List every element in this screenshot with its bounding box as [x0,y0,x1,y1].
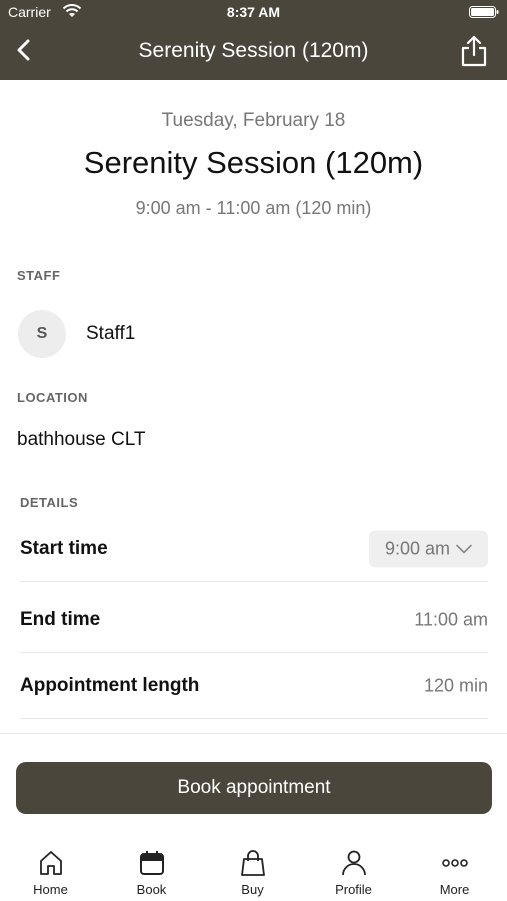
avatar: S [18,310,66,358]
battery-icon [469,6,499,18]
tab-home[interactable]: Home [0,844,101,897]
location-section-label: LOCATION [17,390,88,405]
appointment-time-range: 9:00 am - 11:00 am (120 min) [135,198,372,218]
tab-more[interactable]: More [404,844,505,897]
appointment-length-label: Appointment length [20,675,200,696]
staff-name: Staff1 [86,323,136,344]
tab-book[interactable]: Book [101,844,202,897]
calendar-icon [139,851,164,875]
location-value: bathhouse CLT [17,429,146,450]
appointment-title: Serenity Session (120m) [83,145,424,180]
nav-title: Serenity Session (120m) [138,39,369,62]
start-time-select[interactable]: 9:00 am [368,530,488,568]
tab-bar: Home Book Buy Profile More [0,844,507,901]
tab-profile[interactable]: Profile [303,844,404,897]
start-time-value: 9:00 am [384,538,450,559]
appointment-length-row: Appointment length 120 min [20,653,488,719]
book-appointment-button[interactable]: Book appointment [16,762,492,814]
tab-book-label: Book [136,882,167,897]
tab-more-label: More [439,882,470,897]
details-section-label: DETAILS [20,495,79,510]
bottom-area: Book appointment Home Book Buy Profile M… [0,733,507,901]
share-icon[interactable] [459,34,489,68]
more-dots-icon [441,859,468,867]
tab-buy-label: Buy [241,882,264,897]
end-time-value: 11:00 am [414,609,488,630]
header: Carrier 8:37 AM Serenity Session (120m) [0,0,507,80]
appointment-length-value: 120 min [423,675,488,696]
person-icon [341,850,366,876]
tab-buy[interactable]: Buy [202,844,303,897]
end-time-row: End time 11:00 am [20,587,488,653]
staff-section-label: STAFF [17,268,61,283]
shopping-bag-icon [240,850,265,876]
start-time-label: Start time [20,538,108,559]
back-icon[interactable] [10,36,38,64]
home-icon [39,851,62,875]
chevron-down-icon [456,544,472,554]
divider [20,718,488,719]
start-time-row: Start time 9:00 am [20,516,488,582]
status-time: 8:37 AM [226,4,281,20]
tab-profile-label: Profile [335,882,372,897]
nav-bar: Serenity Session (120m) [0,24,507,80]
divider [20,581,488,582]
tab-home-label: Home [33,882,68,897]
status-bar: Carrier 8:37 AM [0,0,507,24]
end-time-label: End time [20,609,101,630]
appointment-date: Tuesday, February 18 [161,110,346,131]
